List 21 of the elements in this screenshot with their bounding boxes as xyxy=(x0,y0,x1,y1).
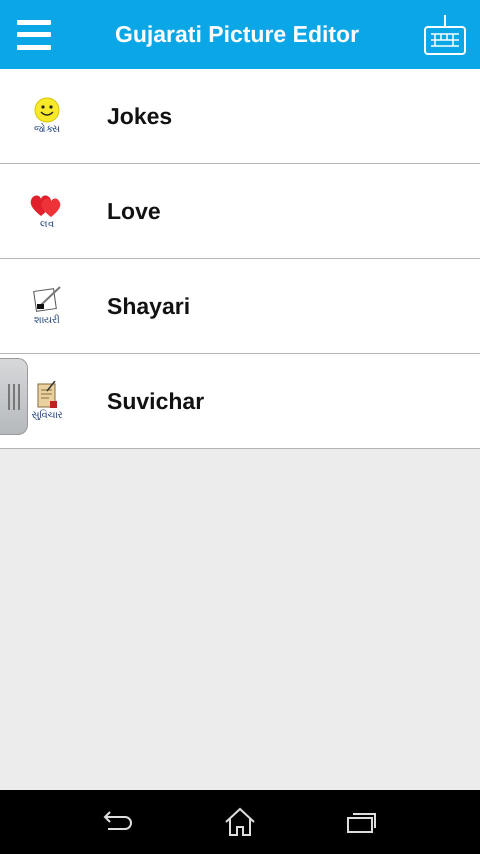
category-label: Suvichar xyxy=(107,388,204,414)
smiley-icon xyxy=(34,96,60,122)
keyboard-icon[interactable] xyxy=(423,14,467,56)
menu-icon[interactable] xyxy=(17,20,51,50)
quill-pen-icon xyxy=(32,286,62,314)
category-item[interactable]: જોક્સ Jokes xyxy=(0,69,480,164)
category-item[interactable]: સુવિચાર Suvichar xyxy=(0,354,480,449)
category-label: Shayari xyxy=(107,292,190,320)
icon-caption: શાયરી xyxy=(34,314,60,326)
scroll-icon xyxy=(35,380,59,408)
category-item[interactable]: શાયરી Shayari xyxy=(0,259,480,354)
icon-caption: લવ xyxy=(40,218,54,230)
icon-caption: સુવિચાર xyxy=(32,410,62,422)
drawer-handle[interactable] xyxy=(0,358,28,435)
category-label: Jokes xyxy=(107,102,172,130)
recent-apps-icon[interactable] xyxy=(346,810,378,834)
category-label: Love xyxy=(107,198,161,224)
icon-caption: જોક્સ xyxy=(34,124,60,136)
home-icon[interactable] xyxy=(224,807,256,837)
app-title: Gujarati Picture Editor xyxy=(114,21,360,48)
category-item[interactable]: લવ Love xyxy=(0,164,480,259)
